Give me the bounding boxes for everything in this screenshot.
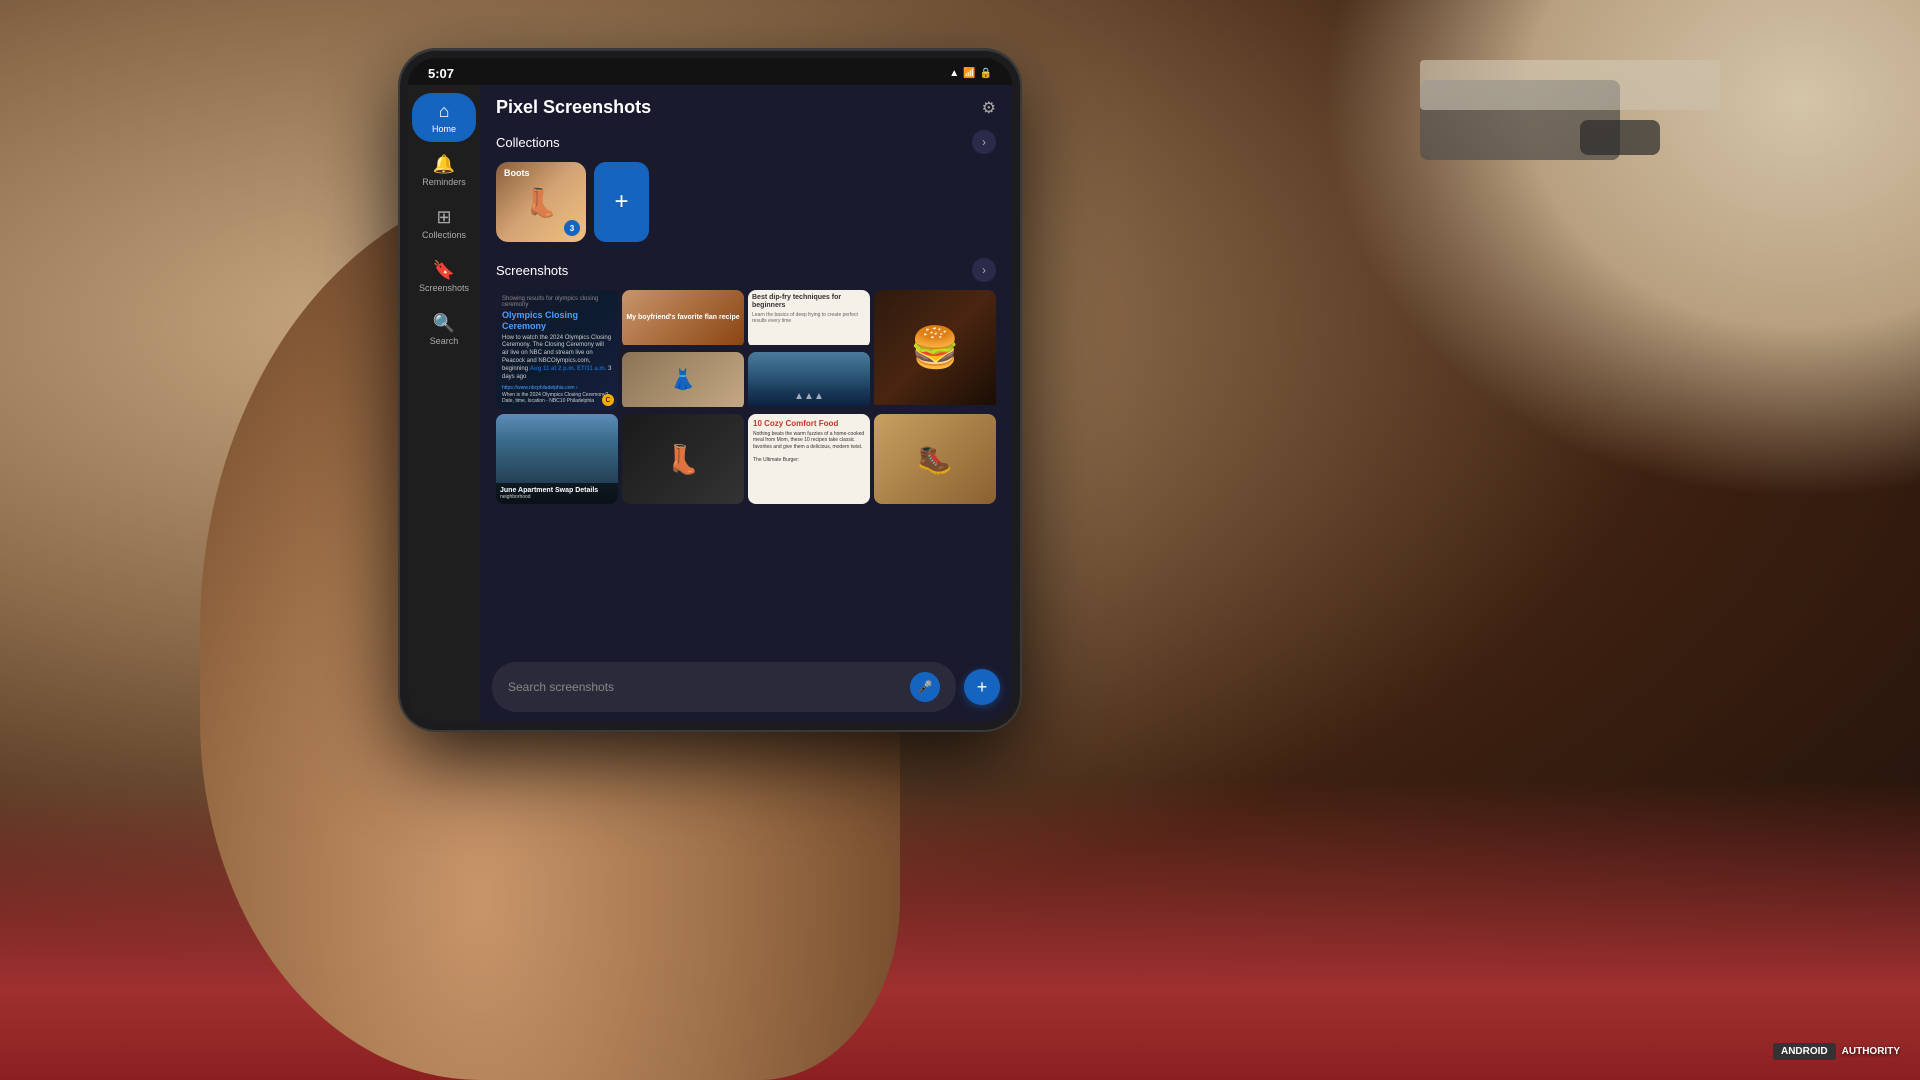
food1-label: My boyfriend's favorite flan recipe (622, 310, 743, 325)
screenshots-section-header: Screenshots › (496, 258, 996, 282)
olympics-title2: Ceremony (502, 321, 612, 332)
olympics-subtitle: When is the 2024 Olympics Closing Ceremo… (502, 392, 612, 404)
sidebar-item-screenshots[interactable]: 🔖 Screenshots (412, 252, 476, 301)
apartment-sub: neighborhood (500, 494, 614, 500)
collections-row: Boots 👢 3 + (496, 162, 996, 242)
screenshot-cowboy-boots[interactable]: 🥾 (874, 414, 996, 504)
olympics-search-bar: Showing results for olympics closing cer… (502, 296, 612, 308)
cowboy-boots-emoji: 🥾 (918, 443, 953, 476)
sidebar-item-collections[interactable]: ⊞ Collections (412, 199, 476, 248)
comfort-body: Nothing beats the warm fuzzies of a home… (753, 431, 865, 464)
status-time: 5:07 (428, 66, 454, 81)
boots-card-label: Boots (504, 168, 530, 178)
sidebar-item-home[interactable]: ⌂ Home (412, 93, 476, 142)
screenshot-burger[interactable]: 🍔 (874, 290, 996, 410)
recipe-title: Best dip-fry techniques for beginners (752, 294, 866, 311)
background-box (1420, 60, 1720, 110)
search-bar-container: Search screenshots 🎤 + (492, 662, 1000, 712)
collections-section-title: Collections (496, 135, 560, 150)
app-title: Pixel Screenshots (496, 97, 651, 118)
collections-icon: ⊞ (436, 207, 451, 228)
recipe-body: Learn the basics of deep frying to creat… (752, 312, 866, 325)
fab-add-button[interactable]: + (964, 669, 1000, 705)
apartment-label: June Apartment Swap Details neighborhood (496, 483, 618, 504)
add-collection-button[interactable]: + (594, 162, 649, 242)
screenshots-label: Screenshots (419, 283, 469, 293)
settings-icon[interactable]: ⚙ (982, 98, 996, 118)
app-content: ⌂ Home 🔔 Reminders ⊞ Collections 🔖 Scree… (408, 85, 1012, 722)
olympics-body: How to watch the 2024 Olympics Closing C… (502, 335, 612, 382)
mic-icon[interactable]: 🎤 (910, 672, 940, 702)
background-remote (1580, 120, 1660, 155)
search-label: Search (430, 336, 459, 346)
wifi-icon: ▲ (949, 68, 959, 79)
watermark-android: ANDROID (1773, 1043, 1836, 1060)
home-label: Home (432, 124, 456, 134)
screenshot-comfort-food[interactable]: 10 Cozy Comfort Food Nothing beats the w… (748, 414, 870, 504)
watermark-authority: AUTHORITY (1842, 1046, 1900, 1057)
search-bar[interactable]: Search screenshots 🎤 (492, 662, 956, 712)
sidebar: ⌂ Home 🔔 Reminders ⊞ Collections 🔖 Scree… (408, 85, 480, 722)
search-icon: 🔍 (433, 313, 455, 334)
signal-icon: 📶 (963, 68, 975, 79)
screenshot-mountains[interactable] (748, 352, 870, 410)
screenshots-section-title: Screenshots (496, 263, 568, 278)
main-area: Pixel Screenshots ⚙ Collections › Boots … (480, 85, 1012, 722)
phone-screen: 5:07 ▲ 📶 🔒 ⌂ Home 🔔 Reminders ⊞ (408, 58, 1012, 722)
apartment-title: June Apartment Swap Details (500, 487, 614, 494)
screenshot-black-boots[interactable]: 👢 (622, 414, 744, 504)
phone-device: 5:07 ▲ 📶 🔒 ⌂ Home 🔔 Reminders ⊞ (400, 50, 1020, 730)
screenshots-arrow[interactable]: › (972, 258, 996, 282)
screenshot-olympics[interactable]: Showing results for olympics closing cer… (496, 290, 618, 410)
black-boots-emoji: 👢 (666, 443, 701, 476)
watermark: ANDROID AUTHORITY (1773, 1043, 1900, 1060)
status-bar: 5:07 ▲ 📶 🔒 (408, 58, 1012, 85)
reminders-label: Reminders (422, 177, 466, 187)
collections-section-header: Collections › (496, 130, 996, 154)
chrome-icon: C (602, 394, 614, 406)
search-placeholder: Search screenshots (508, 680, 614, 694)
app-header: Pixel Screenshots ⚙ (496, 97, 996, 118)
add-icon: + (614, 188, 628, 216)
screenshot-apartment[interactable]: June Apartment Swap Details neighborhood (496, 414, 618, 504)
collection-card-boots[interactable]: Boots 👢 3 (496, 162, 586, 242)
reminders-icon: 🔔 (433, 154, 455, 175)
screenshot-fashion[interactable]: 👗 (622, 352, 744, 410)
screenshots-grid: Showing results for olympics closing cer… (496, 290, 996, 504)
collections-label: Collections (422, 230, 466, 240)
status-icons: ▲ 📶 🔒 (949, 68, 992, 79)
boots-emoji: 👢 (524, 186, 559, 219)
boots-card-count: 3 (564, 220, 580, 236)
screenshots-icon: 🔖 (433, 260, 455, 281)
battery-icon: 🔒 (980, 68, 992, 79)
screenshot-food1[interactable]: My boyfriend's favorite flan recipe (622, 290, 744, 348)
comfort-title: 10 Cozy Comfort Food (753, 419, 865, 429)
olympics-url: https://www.nbcphiladelphia.com › (502, 385, 612, 391)
sidebar-item-reminders[interactable]: 🔔 Reminders (412, 146, 476, 195)
screenshot-recipe[interactable]: Best dip-fry techniques for beginners Le… (748, 290, 870, 348)
sidebar-item-search[interactable]: 🔍 Search (412, 305, 476, 354)
olympics-title: Olympics Closing (502, 310, 612, 321)
home-icon: ⌂ (439, 101, 450, 122)
collections-arrow[interactable]: › (972, 130, 996, 154)
fashion-emoji: 👗 (671, 367, 696, 392)
